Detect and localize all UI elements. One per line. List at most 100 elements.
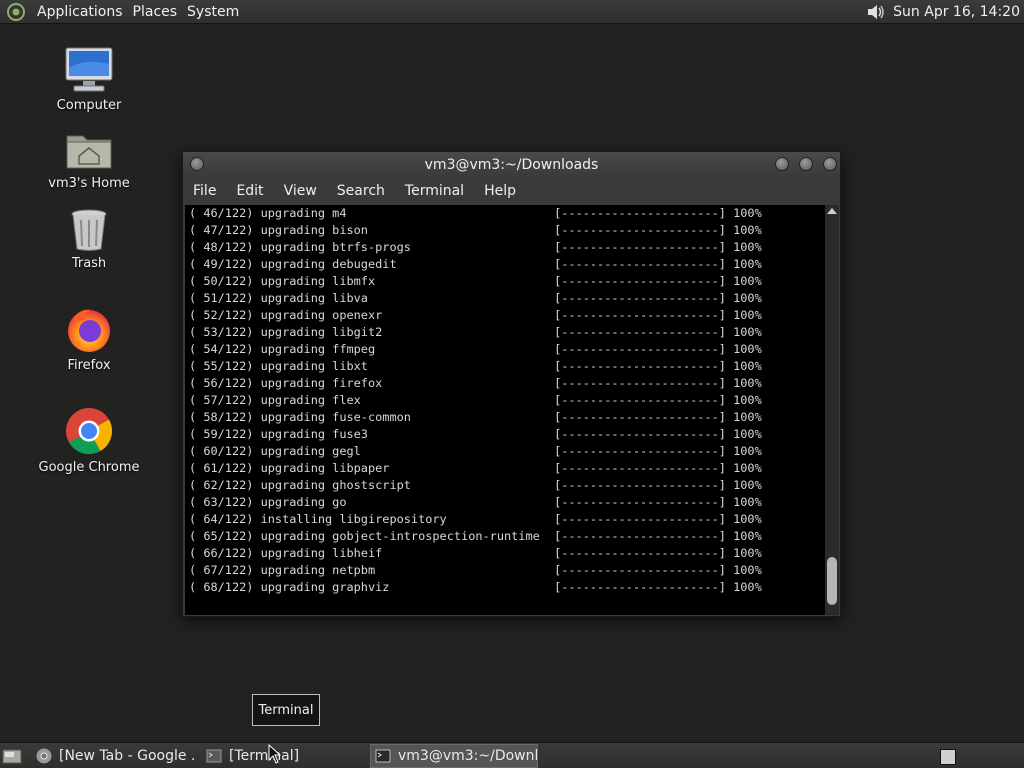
terminal-line-text: ( 61/122) upgrading libpaper xyxy=(189,461,555,475)
bottom-panel: [New Tab - Google ... [Terminal] vm3@vm3… xyxy=(0,742,1024,768)
progress-bar-text: [----------------------] xyxy=(554,274,734,288)
menu-applications[interactable]: Applications xyxy=(32,1,128,23)
progress-bar-text: [----------------------] xyxy=(554,580,734,594)
gnome-foot-icon[interactable] xyxy=(6,2,26,22)
terminal-line-text: ( 63/122) upgrading go xyxy=(189,495,555,509)
progress-bar-text: [----------------------] xyxy=(554,495,734,509)
terminal-line-text: ( 57/122) upgrading flex xyxy=(189,393,555,407)
terminal-scrollbar[interactable] xyxy=(825,205,839,615)
terminal-line-text: ( 62/122) upgrading ghostscript xyxy=(189,478,555,492)
terminal-line-text: ( 46/122) upgrading m4 xyxy=(189,206,555,220)
terminal-line: ( 46/122) upgrading m4 [----------------… xyxy=(189,205,762,222)
terminal-lines: ( 46/122) upgrading m4 [----------------… xyxy=(189,205,762,596)
menu-places[interactable]: Places xyxy=(128,1,183,23)
desktop-icon-firefox[interactable]: Firefox xyxy=(29,306,149,373)
terminal-line: ( 48/122) upgrading btrfs-progs [-------… xyxy=(189,239,762,256)
progress-bar-text: [----------------------] xyxy=(554,308,734,322)
progress-percent: 100% xyxy=(733,274,762,288)
close-icon[interactable] xyxy=(823,157,837,171)
terminal-line-text: ( 47/122) upgrading bison xyxy=(189,223,555,237)
task-chrome[interactable]: [New Tab - Google ... xyxy=(36,744,196,768)
progress-bar-text: [----------------------] xyxy=(554,359,734,373)
top-panel: Applications Places System Sun Apr 16, 1… xyxy=(0,0,1024,24)
terminal-window[interactable]: vm3@vm3:~/Downloads File Edit View Searc… xyxy=(182,151,841,617)
scrollbar-thumb[interactable] xyxy=(827,557,837,605)
desktop-icon-computer[interactable]: Computer xyxy=(29,46,149,113)
terminal-line-text: ( 56/122) upgrading firefox xyxy=(189,376,555,390)
progress-percent: 100% xyxy=(733,563,762,577)
progress-bar-text: [----------------------] xyxy=(554,376,734,390)
progress-percent: 100% xyxy=(733,291,762,305)
menu-search[interactable]: Search xyxy=(327,183,395,199)
terminal-line-text: ( 60/122) upgrading gegl xyxy=(189,444,555,458)
progress-percent: 100% xyxy=(733,546,762,560)
progress-percent: 100% xyxy=(733,410,762,424)
menu-terminal[interactable]: Terminal xyxy=(395,183,474,199)
progress-bar-text: [----------------------] xyxy=(554,546,734,560)
progress-percent: 100% xyxy=(733,478,762,492)
terminal-line: ( 55/122) upgrading libxt [-------------… xyxy=(189,358,762,375)
taskbar-tooltip: Terminal xyxy=(252,694,320,726)
terminal-line: ( 67/122) upgrading netpbm [------------… xyxy=(189,562,762,579)
scroll-up-arrow-icon[interactable] xyxy=(827,208,837,214)
trash-icon xyxy=(71,209,107,251)
terminal-line: ( 59/122) upgrading fuse3 [-------------… xyxy=(189,426,762,443)
terminal-line: ( 49/122) upgrading debugedit [---------… xyxy=(189,256,762,273)
terminal-line-text: ( 65/122) upgrading gobject-introspectio… xyxy=(189,529,555,543)
progress-percent: 100% xyxy=(733,206,762,220)
desktop-icon-home[interactable]: vm3's Home xyxy=(29,128,149,191)
mouse-cursor-icon xyxy=(268,744,282,764)
show-desktop-icon[interactable] xyxy=(2,747,22,765)
progress-percent: 100% xyxy=(733,342,762,356)
progress-bar-text: [----------------------] xyxy=(554,342,734,356)
terminal-line-text: ( 67/122) upgrading netpbm xyxy=(189,563,555,577)
menu-file[interactable]: File xyxy=(183,183,226,199)
terminal-line: ( 56/122) upgrading firefox [-----------… xyxy=(189,375,762,392)
menu-view[interactable]: View xyxy=(274,183,327,199)
minimize-icon[interactable] xyxy=(775,157,789,171)
menu-edit[interactable]: Edit xyxy=(226,183,273,199)
terminal-line-text: ( 51/122) upgrading libva xyxy=(189,291,555,305)
panel-clock[interactable]: Sun Apr 16, 14:20 xyxy=(893,4,1024,20)
progress-bar-text: [----------------------] xyxy=(554,444,734,458)
progress-percent: 100% xyxy=(733,529,762,543)
task-terminal-minimized[interactable]: [Terminal] xyxy=(206,744,306,768)
progress-percent: 100% xyxy=(733,580,762,594)
progress-percent: 100% xyxy=(733,240,762,254)
progress-bar-text: [----------------------] xyxy=(554,478,734,492)
task-label-chrome: [New Tab - Google ... xyxy=(59,748,196,764)
terminal-titlebar[interactable]: vm3@vm3:~/Downloads xyxy=(183,152,840,177)
terminal-line: ( 53/122) upgrading libgit2 [-----------… xyxy=(189,324,762,341)
progress-percent: 100% xyxy=(733,359,762,373)
terminal-icon xyxy=(375,749,391,763)
terminal-line: ( 51/122) upgrading libva [-------------… xyxy=(189,290,762,307)
terminal-line-text: ( 54/122) upgrading ffmpeg xyxy=(189,342,555,356)
speaker-icon[interactable] xyxy=(865,1,887,23)
window-menu-icon[interactable] xyxy=(190,157,204,171)
terminal-output[interactable]: ( 46/122) upgrading m4 [----------------… xyxy=(185,205,825,615)
task-label-active: vm3@vm3:~/Downl... xyxy=(398,748,538,764)
terminal-line: ( 58/122) upgrading fuse-common [-------… xyxy=(189,409,762,426)
menu-help[interactable]: Help xyxy=(474,183,526,199)
terminal-line: ( 68/122) upgrading graphviz [----------… xyxy=(189,579,762,596)
task-terminal-active[interactable]: vm3@vm3:~/Downl... xyxy=(370,744,538,768)
terminal-line: ( 57/122) upgrading flex [--------------… xyxy=(189,392,762,409)
progress-bar-text: [----------------------] xyxy=(554,410,734,424)
progress-bar-text: [----------------------] xyxy=(554,240,734,254)
terminal-line: ( 47/122) upgrading bison [-------------… xyxy=(189,222,762,239)
progress-bar-text: [----------------------] xyxy=(554,291,734,305)
terminal-line-text: ( 53/122) upgrading libgit2 xyxy=(189,325,555,339)
terminal-line-text: ( 52/122) upgrading openexr xyxy=(189,308,555,322)
menu-system[interactable]: System xyxy=(182,1,244,23)
progress-bar-text: [----------------------] xyxy=(554,512,734,526)
progress-bar-text: [----------------------] xyxy=(554,325,734,339)
progress-bar-text: [----------------------] xyxy=(554,223,734,237)
desktop-icon-trash[interactable]: Trash xyxy=(29,208,149,271)
desktop-icon-chrome[interactable]: Google Chrome xyxy=(29,406,149,475)
progress-percent: 100% xyxy=(733,461,762,475)
maximize-icon[interactable] xyxy=(799,157,813,171)
terminal-menubar: File Edit View Search Terminal Help xyxy=(183,177,840,205)
progress-bar-text: [----------------------] xyxy=(554,427,734,441)
terminal-line: ( 64/122) installing libgirepository [--… xyxy=(189,511,762,528)
workspace-switcher[interactable] xyxy=(940,749,956,765)
